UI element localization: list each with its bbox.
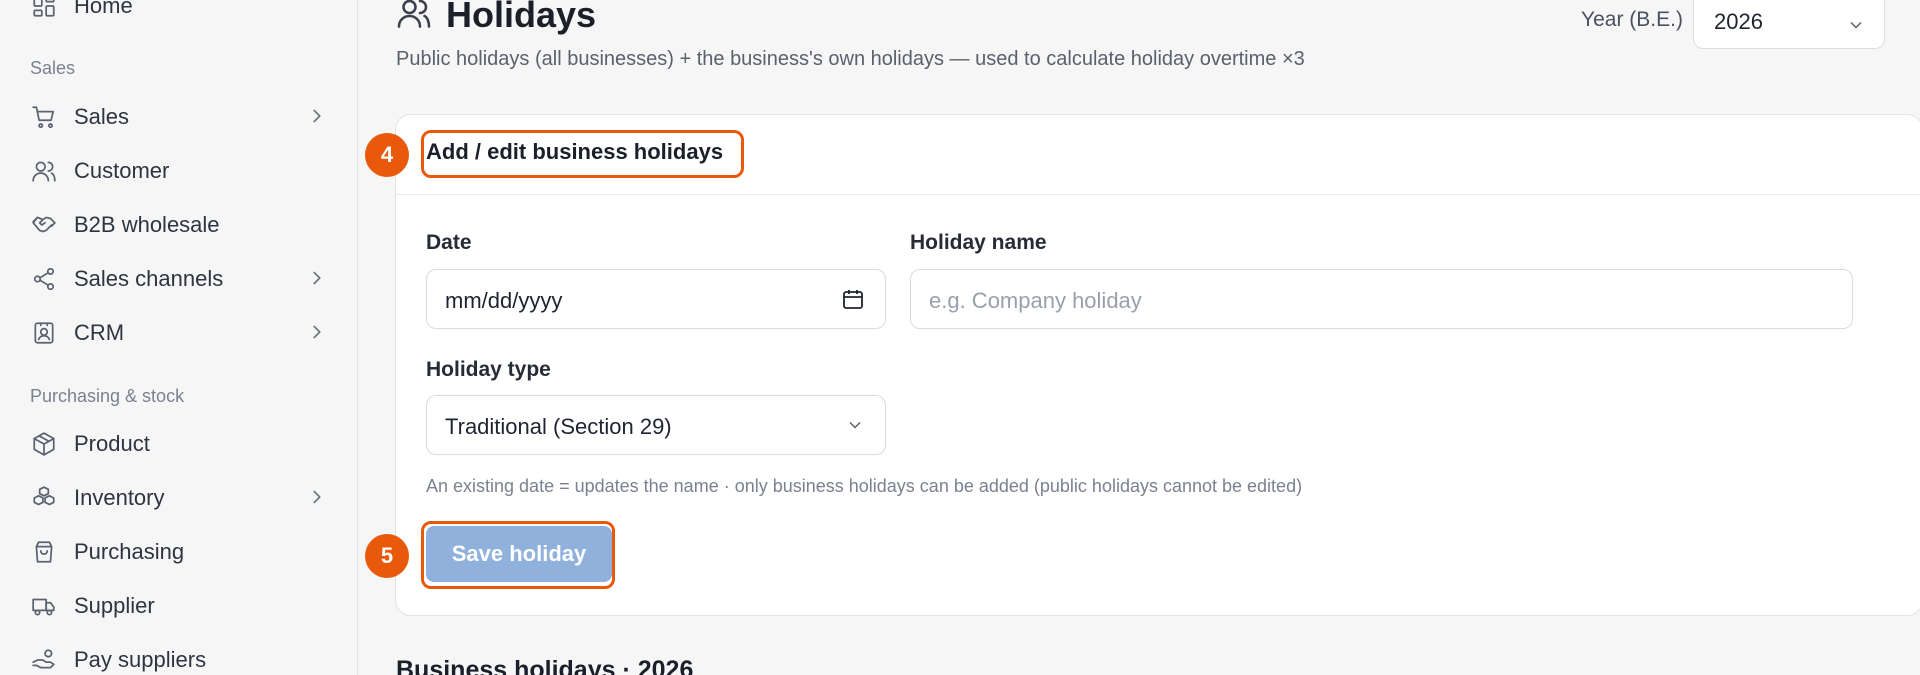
sidebar-item-supplier[interactable]: Supplier	[30, 586, 330, 626]
chevron-right-icon	[306, 321, 330, 345]
sidebar: Home Sales Sales Customer B2B wholesale …	[0, 0, 358, 675]
calendar-icon[interactable]	[841, 287, 865, 317]
holiday-type-select[interactable]: Traditional (Section 29)	[426, 395, 886, 455]
sidebar-item-b2b-wholesale[interactable]: B2B wholesale	[30, 205, 330, 245]
cart-icon	[30, 103, 58, 131]
sidebar-item-label: B2B wholesale	[74, 212, 220, 237]
sidebar-item-label: Purchasing	[74, 539, 185, 564]
sidebar-section-sales: Sales	[30, 58, 76, 78]
year-select-value: 2026	[1714, 9, 1763, 34]
sidebar-item-label: CRM	[74, 320, 125, 345]
card-title: Add / edit business holidays	[426, 139, 724, 164]
sidebar-item-sales-channels[interactable]: Sales channels	[30, 259, 330, 299]
save-holiday-button[interactable]: Save holiday	[426, 526, 612, 582]
chevron-right-icon	[306, 267, 330, 291]
dashboard-icon	[30, 0, 58, 20]
box-icon	[30, 430, 58, 458]
sidebar-item-label: Sales channels	[74, 266, 224, 291]
sidebar-item-label: Pay suppliers	[74, 647, 207, 672]
year-label: Year (B.E.)	[1581, 8, 1683, 31]
date-input[interactable]: mm/dd/yyyy	[426, 269, 886, 329]
page-subtitle: Public holidays (all businesses) + the b…	[396, 48, 1305, 70]
sidebar-section-purchasing: Purchasing & stock	[30, 386, 185, 406]
sidebar-item-product[interactable]: Product	[30, 424, 330, 464]
users-icon	[30, 157, 58, 185]
share-icon	[30, 265, 58, 293]
main-content: Holidays Public holidays (all businesses…	[359, 0, 1920, 675]
sidebar-item-label: Supplier	[74, 593, 155, 618]
step-badge-4: 4	[365, 133, 409, 177]
chevron-down-icon	[1846, 15, 1866, 41]
sidebar-item-inventory[interactable]: Inventory	[30, 478, 330, 518]
sidebar-item-purchasing[interactable]: Purchasing	[30, 532, 330, 572]
sidebar-item-sales[interactable]: Sales	[30, 97, 330, 137]
holiday-type-value: Traditional (Section 29)	[445, 414, 672, 439]
bag-icon	[30, 538, 58, 566]
sidebar-item-label: Customer	[74, 158, 170, 183]
sidebar-item-home[interactable]: Home	[30, 0, 330, 26]
boxes-icon	[30, 484, 58, 512]
contact-card-icon	[30, 319, 58, 347]
year-select[interactable]: 2026	[1693, 0, 1885, 49]
page-title: Holidays	[446, 0, 597, 35]
truck-icon	[30, 592, 58, 620]
holiday-name-label: Holiday name	[910, 231, 1047, 254]
step-badge-5: 5	[365, 534, 409, 578]
holiday-form-card	[395, 114, 1920, 616]
page-header: Holidays	[396, 0, 596, 36]
handshake-icon	[30, 211, 58, 239]
date-input-value: mm/dd/yyyy	[445, 288, 563, 313]
sidebar-item-pay-suppliers[interactable]: Pay suppliers	[30, 640, 330, 675]
date-label: Date	[426, 231, 472, 254]
users-icon	[396, 0, 432, 36]
hand-coins-icon	[30, 646, 58, 674]
card-divider	[396, 194, 1920, 195]
sidebar-item-label: Inventory	[74, 485, 165, 510]
sidebar-item-customer[interactable]: Customer	[30, 151, 330, 191]
sidebar-item-label: Product	[74, 431, 150, 456]
chevron-right-icon	[306, 486, 330, 510]
sidebar-item-label: Home	[74, 0, 133, 18]
holiday-name-placeholder: e.g. Company holiday	[929, 288, 1142, 313]
holiday-type-label: Holiday type	[426, 358, 551, 381]
sidebar-item-crm[interactable]: CRM	[30, 313, 330, 353]
business-holidays-heading: Business holidays · 2026	[396, 656, 694, 675]
sidebar-item-label: Sales	[74, 104, 130, 129]
form-hint: An existing date = updates the name · on…	[426, 476, 1303, 496]
holiday-name-input[interactable]: e.g. Company holiday	[910, 269, 1853, 329]
chevron-down-icon	[845, 415, 865, 441]
chevron-right-icon	[306, 105, 330, 129]
